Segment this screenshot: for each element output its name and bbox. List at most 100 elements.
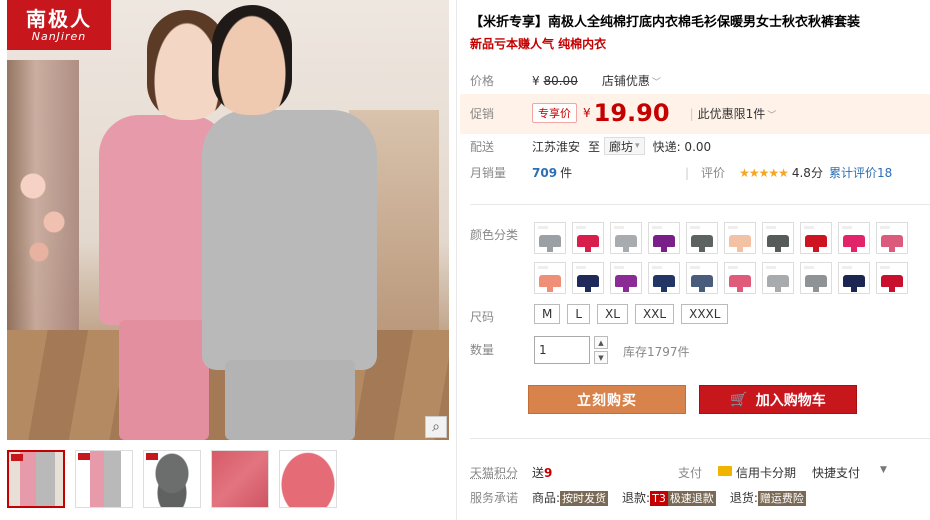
delivery-to-word: 至 [588,139,601,154]
color-swatch-12[interactable] [572,262,604,294]
stock-count: 库存1797件 [623,345,690,359]
sales-count: 709 [532,165,558,180]
color-label: 颜色分类 [470,228,519,242]
add-to-cart-button[interactable]: 🛒 加入购物车 [699,385,857,414]
buy-now-button[interactable]: 立刻购买 [528,385,686,414]
points-pay-row: 天猫积分 送9 支付 信用卡分期 快捷支付 ▼ [470,464,930,481]
points-label[interactable]: 天猫积分 [470,464,532,481]
shopping-cart-icon: 🛒 [730,391,748,408]
price-row: 价格 ¥ 80.00 店铺优惠 ﹀ [470,72,661,89]
color-swatch-8[interactable] [800,222,832,254]
color-swatch-14[interactable] [648,262,680,294]
service-refund: 退款: T3 极速退款 [622,491,716,506]
chevron-up-icon[interactable]: ▲ [594,336,608,349]
size-option-xxl[interactable]: XXL [634,304,675,324]
color-row: 颜色分类 [470,226,532,243]
service-row: 服务承诺 商品: 按时发货 退款: T3 极速退款 退货: 赠运费险 [470,489,820,506]
color-swatch-16[interactable] [724,262,756,294]
service-label: 服务承诺 [470,491,519,505]
size-row: 尺码 [470,308,532,325]
brand-logo-cn: 南极人 [26,6,92,31]
color-swatch-13[interactable] [610,262,642,294]
thumbnail-2[interactable] [75,450,133,508]
service-return: 退货: 赠运费险 [729,491,806,506]
thumbnail-3[interactable] [143,450,201,508]
delivery-label: 配送 [470,139,495,154]
color-swatch-9[interactable] [838,222,870,254]
column-divider [456,0,457,520]
model-woman-pants [119,320,209,440]
color-swatch-grid [534,222,908,294]
product-title: 【米折专享】南极人全纯棉打底内衣棉毛衫保暖男女士秋衣秋裤套装 [470,15,861,30]
service-shipping: 商品: 按时发货 [532,491,609,506]
color-swatch-3[interactable] [610,222,642,254]
size-option-xl[interactable]: XL [597,304,628,324]
color-swatch-7[interactable] [762,222,794,254]
quantity-input[interactable]: 1 [534,336,590,364]
color-swatch-20[interactable] [876,262,908,294]
brand-logo-en: NanJiren [31,29,87,43]
chevron-down-icon[interactable]: ▼ [594,351,608,364]
delivery-fee: 快递: 0.00 [652,139,712,154]
chevron-down-icon: ﹀ [651,78,661,88]
brand-logo: 南极人 NanJiren [7,0,111,50]
color-swatch-4[interactable] [648,222,680,254]
thumbnail-5[interactable] [279,450,337,508]
qty-row: 数量 [470,341,532,358]
color-swatch-10[interactable] [876,222,908,254]
promo-label: 促销 [470,106,495,121]
divider [470,204,930,205]
sales-row: 月销量 709 件 | 评价 ★★★★★ 4.8分 累计评价18 [470,164,930,181]
thumbnail-1[interactable] [7,450,65,508]
product-subtitle: 新品亏本赚人气 纯棉内衣 [470,37,607,51]
thumbnail-strip [7,450,337,508]
chevron-down-icon: ﹀ [767,110,777,121]
add-to-cart-label: 加入购物车 [755,392,826,409]
size-option-l[interactable]: L [567,304,591,324]
promo-badge: 专享价 [532,103,577,123]
qty-label: 数量 [470,343,495,357]
pay-fast-option[interactable]: 快捷支付 [812,464,860,481]
promo-price: 19.90 [593,99,670,127]
color-swatch-6[interactable] [724,222,756,254]
size-options: M L XL XXL XXXL [534,304,729,324]
shop-promo-dropdown[interactable]: 店铺优惠 ﹀ [602,72,661,89]
sales-label: 月销量 [470,166,507,180]
destination-select[interactable]: 廊坊 ▾ [604,137,645,155]
photo-flower-decor [15,150,75,270]
size-label: 尺码 [470,310,495,324]
star-icon: ★★★★★ [739,165,789,180]
main-product-image[interactable]: 南极人 NanJiren ⌕ [7,0,449,440]
chevron-down-icon[interactable]: ▼ [880,465,887,475]
model-man-pants [225,360,355,440]
color-swatch-17[interactable] [762,262,794,294]
promo-currency: ¥ [583,106,591,120]
color-swatch-5[interactable] [686,222,718,254]
color-swatch-15[interactable] [686,262,718,294]
color-swatch-1[interactable] [534,222,566,254]
promo-limit-dropdown[interactable]: | 此优惠限1件 ﹀ [686,105,777,122]
original-price: ¥ 80.00 [532,73,578,88]
points-value: 送9 [532,466,553,480]
size-option-xxxl[interactable]: XXXL [681,304,729,324]
color-swatch-11[interactable] [534,262,566,294]
magnifier-icon[interactable]: ⌕ [425,416,447,438]
color-swatch-2[interactable] [572,222,604,254]
rating-block: | 评价 ★★★★★ 4.8分 累计评价18 [685,164,893,181]
model-man-head [212,5,292,115]
sales-unit: 件 [560,166,573,180]
color-swatch-18[interactable] [800,262,832,294]
model-man-top [202,110,377,370]
delivery-row: 配送 江苏淮安 至 廊坊 ▾ 快递: 0.00 [470,137,711,155]
price-label: 价格 [470,74,495,88]
pay-label: 支付 [678,466,703,480]
promo-row: 促销 专享价 ¥ 19.90 | 此优惠限1件 ﹀ [470,99,776,127]
color-swatch-19[interactable] [838,262,870,294]
divider [470,438,930,439]
thumbnail-4[interactable] [211,450,269,508]
credit-card-icon [718,466,732,476]
pay-card-option[interactable]: 信用卡分期 [736,464,796,481]
reviews-link[interactable]: 累计评价18 [829,164,892,181]
product-page: 南极人 NanJiren ⌕ 【米折专享】南极人全纯棉打底内衣棉毛衫保暖男女士秋… [0,0,930,520]
size-option-m[interactable]: M [534,304,561,324]
